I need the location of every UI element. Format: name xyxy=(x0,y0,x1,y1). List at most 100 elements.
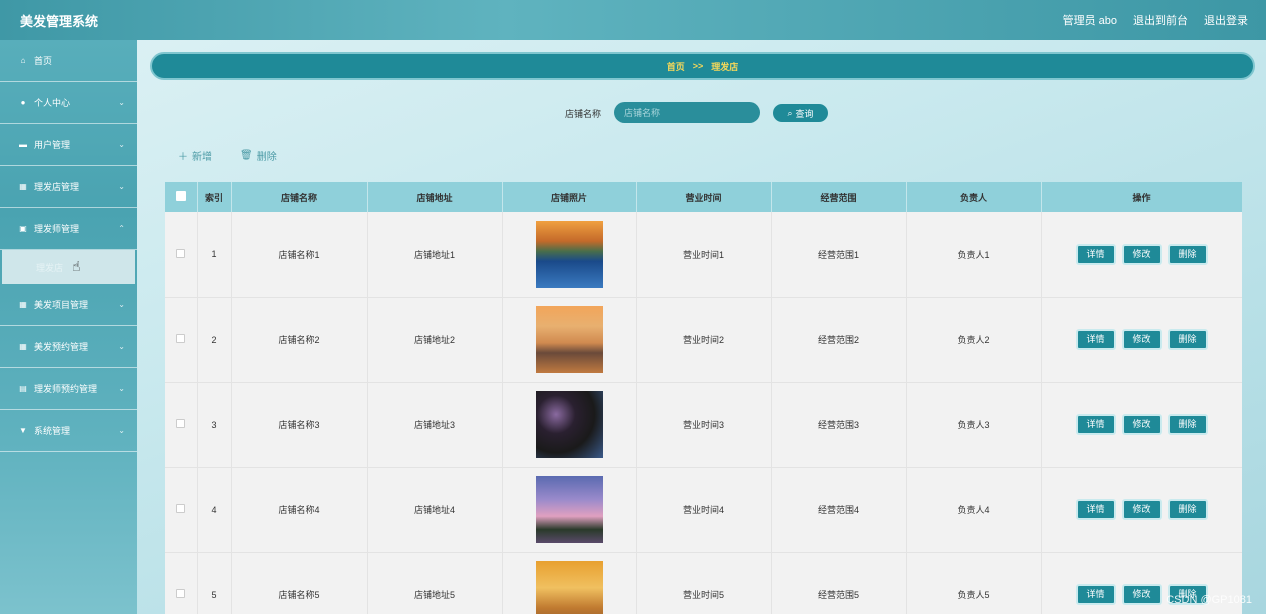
edit-button[interactable]: 修改 xyxy=(1121,243,1162,265)
row-checkbox[interactable] xyxy=(176,248,186,258)
back-to-front-link[interactable]: 退出到前台 xyxy=(1133,12,1188,28)
chevron-down-icon: ⌄ xyxy=(118,426,125,435)
shop-name-cell: 店铺名称1 xyxy=(231,212,368,298)
logout-link[interactable]: 退出登录 xyxy=(1204,12,1248,28)
sidebar-item-label: 系统管理 xyxy=(34,426,71,436)
sidebar-item-system[interactable]: ▼ 系统管理 ⌄ xyxy=(0,410,137,452)
sidebar-item-label: 理发师预约管理 xyxy=(34,384,98,394)
sidebar-item-label: 个人中心 xyxy=(34,98,71,108)
sidebar-item-label: 理发师管理 xyxy=(34,224,80,234)
chevron-down-icon: ⌄ xyxy=(118,300,125,309)
table-row: 3 店铺名称3 店铺地址3 营业时间3 经营范围3 负责人3 详情 修改 删除 xyxy=(165,382,1242,468)
row-checkbox[interactable] xyxy=(176,589,186,598)
hours-cell: 营业时间3 xyxy=(636,382,772,468)
delete-button[interactable]: 删除 xyxy=(1167,243,1208,265)
briefcase-icon: ▣ xyxy=(19,224,27,233)
hours-cell: 营业时间5 xyxy=(636,552,772,614)
scope-cell: 经营范围3 xyxy=(771,382,907,468)
sidebar-item-label: 美发项目管理 xyxy=(34,300,89,310)
shop-table: 索引 店铺名称 店铺地址 店铺照片 营业时间 经营范围 负责人 操作 1 店铺名… xyxy=(165,182,1242,614)
owner-cell: 负责人3 xyxy=(906,382,1042,468)
shop-name-search-input[interactable] xyxy=(614,102,760,123)
breadcrumb-home[interactable]: 首页 xyxy=(667,60,685,73)
sidebar-item-label: 美发预约管理 xyxy=(34,342,89,352)
shop-photo xyxy=(535,306,603,373)
edit-button[interactable]: 修改 xyxy=(1121,499,1162,520)
sidebar-item-barber-appointments[interactable]: ▤ 理发师预约管理 ⌄ xyxy=(0,368,137,410)
detail-button[interactable]: 详情 xyxy=(1075,243,1116,265)
home-icon: ⌂ xyxy=(20,56,26,65)
detail-button[interactable]: 详情 xyxy=(1075,329,1116,350)
breadcrumb-current: 理发店 xyxy=(711,61,739,72)
table-header-row: 索引 店铺名称 店铺地址 店铺照片 营业时间 经营范围 负责人 操作 xyxy=(165,182,1242,212)
shop-photo xyxy=(535,220,603,288)
detail-button[interactable]: 详情 xyxy=(1075,584,1116,605)
column-header: 经营范围 xyxy=(771,182,907,212)
shop-address-cell: 店铺地址3 xyxy=(367,382,503,468)
hours-cell: 营业时间4 xyxy=(636,467,772,553)
detail-button[interactable]: 详情 xyxy=(1075,414,1116,435)
sidebar-item-profile[interactable]: ● 个人中心 ⌄ xyxy=(0,82,137,124)
table-row: 5 店铺名称5 店铺地址5 营业时间5 经营范围5 负责人5 详情 修改 删除 xyxy=(165,552,1242,614)
delete-button-label: 删除 xyxy=(256,152,277,163)
column-header: 店铺照片 xyxy=(502,182,637,212)
batch-delete-button[interactable]: 🗑 删除 xyxy=(240,148,277,163)
search-label: 店铺名称 xyxy=(565,109,602,119)
watermark: CSDN @GP1081 xyxy=(1166,594,1252,606)
edit-button[interactable]: 修改 xyxy=(1121,414,1162,435)
chevron-down-icon: ⌄ xyxy=(118,384,125,393)
row-checkbox[interactable] xyxy=(176,504,186,513)
shop-name-cell: 店铺名称3 xyxy=(231,382,368,468)
detail-button[interactable]: 详情 xyxy=(1075,499,1116,520)
hours-cell: 营业时间1 xyxy=(636,212,772,298)
edit-button[interactable]: 修改 xyxy=(1121,329,1162,350)
app-title: 美发管理系统 xyxy=(20,13,99,29)
select-all-checkbox[interactable] xyxy=(175,191,186,201)
owner-cell: 负责人1 xyxy=(906,212,1042,298)
user-icon: ● xyxy=(20,98,26,107)
table-row: 1 店铺名称1 店铺地址1 营业时间1 经营范围1 负责人1 详情 修改 删除 xyxy=(165,212,1242,298)
shop-photo xyxy=(535,561,603,614)
current-user: 管理员 abo xyxy=(1062,15,1117,27)
row-checkbox[interactable] xyxy=(176,334,186,343)
clipboard-icon: ▤ xyxy=(19,384,27,393)
shop-photo xyxy=(535,391,603,458)
index-cell: 3 xyxy=(197,382,232,468)
delete-button[interactable]: 删除 xyxy=(1167,329,1208,350)
column-header: 店铺名称 xyxy=(231,182,368,212)
search-button[interactable]: ⌕ 查询 xyxy=(771,102,830,124)
monitor-icon: ▬ xyxy=(19,140,27,149)
sidebar: ⌂ 首页 ● 个人中心 ⌄ ▬ 用户管理 ⌄ ▦ 理发店管理 ⌄ ▣ 理发师管理… xyxy=(0,40,137,614)
pointer-cursor-icon: ☝ xyxy=(72,258,81,274)
add-button[interactable]: ＋ 新增 xyxy=(178,148,212,163)
breadcrumb-separator: >> xyxy=(692,61,704,71)
chevron-down-icon: ⌄ xyxy=(118,342,125,351)
index-cell: 1 xyxy=(197,212,232,298)
settings-icon: ▼ xyxy=(19,426,27,435)
shop-photo xyxy=(535,476,603,543)
hours-cell: 营业时间2 xyxy=(636,297,772,383)
add-button-label: 新增 xyxy=(192,152,212,163)
table-row: 4 店铺名称4 店铺地址4 营业时间4 经营范围4 负责人4 详情 修改 删除 xyxy=(165,467,1242,553)
submenu-item-shop[interactable]: 理发店 ☝ xyxy=(2,250,135,284)
sidebar-item-hair-appointments[interactable]: ▦ 美发预约管理 ⌄ xyxy=(0,326,137,368)
top-bar: 美发管理系统 管理员 abo 退出到前台 退出登录 xyxy=(0,0,1266,40)
select-all-cell xyxy=(165,182,198,212)
row-checkbox[interactable] xyxy=(176,419,186,428)
sidebar-item-shops[interactable]: ▦ 理发店管理 ⌄ xyxy=(0,166,137,208)
search-button-label: 查询 xyxy=(795,108,814,119)
sidebar-item-barbers[interactable]: ▣ 理发师管理 ⌃ xyxy=(0,208,137,250)
edit-button[interactable]: 修改 xyxy=(1121,584,1162,605)
delete-button[interactable]: 删除 xyxy=(1167,499,1208,520)
owner-cell: 负责人2 xyxy=(906,297,1042,383)
index-cell: 2 xyxy=(197,297,232,383)
delete-button[interactable]: 删除 xyxy=(1167,414,1208,435)
sidebar-item-users[interactable]: ▬ 用户管理 ⌄ xyxy=(0,124,137,166)
shop-name-cell: 店铺名称5 xyxy=(231,552,368,614)
owner-cell: 负责人5 xyxy=(906,552,1042,614)
submenu-item-label: 理发店 xyxy=(36,262,64,273)
breadcrumb: 首页 >> 理发店 xyxy=(150,52,1255,80)
sidebar-item-hair-projects[interactable]: ▦ 美发项目管理 ⌄ xyxy=(0,284,137,326)
sidebar-item-home[interactable]: ⌂ 首页 xyxy=(0,40,137,82)
shop-name-cell: 店铺名称4 xyxy=(231,467,368,553)
